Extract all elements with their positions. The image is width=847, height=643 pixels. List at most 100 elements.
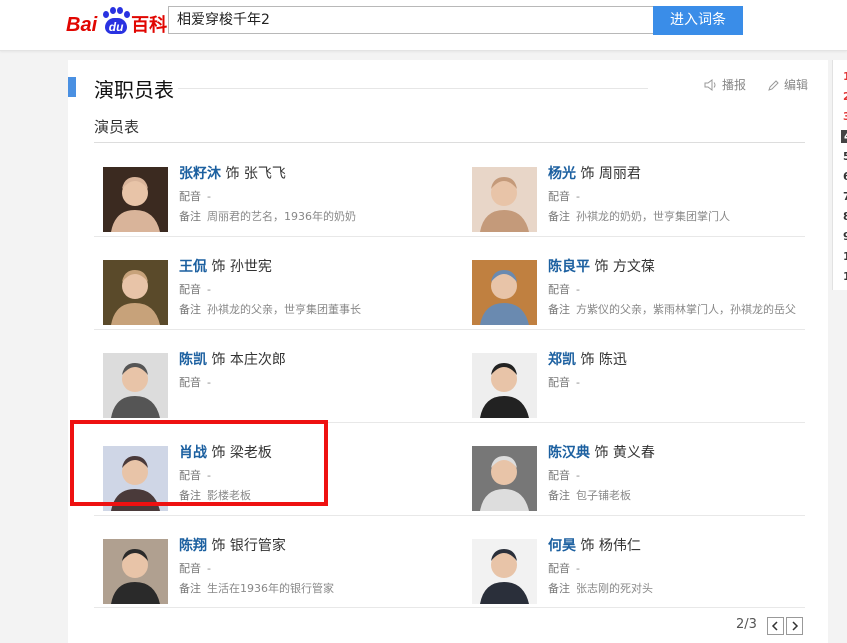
side-panel-item[interactable]: 9 [843, 230, 847, 243]
voice-row: 配音 - [548, 374, 580, 390]
actor-photo[interactable] [472, 167, 537, 232]
cast-name-line: 张籽沐 饰 张飞飞 [179, 163, 286, 183]
side-panel-item[interactable]: 2 [843, 90, 847, 103]
actor-photo[interactable] [103, 260, 168, 325]
row-divider [94, 236, 805, 237]
actor-photo[interactable] [103, 539, 168, 604]
role-name: 杨伟仁 [598, 538, 641, 554]
cast-card[interactable]: 陈良平 饰 方文葆 配音 - 备注 方紫仪的父亲，紫雨林掌门人，孙祺龙的岳父 [463, 246, 823, 338]
actor-photo[interactable] [472, 446, 537, 511]
voice-label: 配音 [179, 283, 201, 296]
role-separator: 饰 [594, 259, 609, 275]
role-separator: 饰 [211, 538, 226, 554]
logo-text-right: 百科 [131, 15, 168, 35]
broadcast-label: 播报 [722, 78, 747, 92]
cast-card[interactable]: 杨光 饰 周丽君配音 - 备注 孙祺龙的奶奶，世亨集团掌门人 [463, 153, 823, 245]
side-panel-item[interactable]: 6 [843, 170, 847, 183]
actor-photo[interactable] [472, 353, 537, 418]
highlight-box [70, 420, 328, 506]
role-name: 陈迅 [598, 352, 627, 368]
cast-subtitle: 演员表 [94, 118, 140, 136]
note-row: 备注 周丽君的艺名，1936年的奶奶 [179, 208, 356, 224]
voice-row: 配音 - [179, 374, 211, 390]
cast-name-line: 杨光 饰 周丽君 [548, 163, 641, 183]
actor-name-link[interactable]: 郑凯 [548, 352, 576, 368]
cast-card[interactable]: 王侃 饰 孙世宪 配音 - 备注 孙祺龙的父亲，世亨集团董事长 [94, 246, 454, 338]
cast-name-line: 郑凯 饰 陈迅 [548, 349, 627, 369]
note-row: 备注 生活在1936年的银行管家 [179, 580, 334, 596]
actor-name-link[interactable]: 陈凯 [179, 352, 207, 368]
edit-label: 编辑 [784, 78, 809, 92]
note-row: 备注 孙祺龙的父亲，世亨集团董事长 [179, 301, 361, 317]
cast-card[interactable]: 陈翔 饰 银行管家 配音 - 备注 生活在1936年的银行管家 [94, 525, 454, 617]
voice-row: 配音 - [548, 467, 580, 483]
cast-card[interactable]: 何昊 饰 杨伟仁 配音 - 备注 张志刚的死对头 [463, 525, 823, 617]
voice-value: - [576, 283, 580, 296]
side-panel-item[interactable]: 5 [843, 150, 847, 163]
actor-name-link[interactable]: 陈翔 [179, 538, 207, 554]
right-side-panel: 1 2 3 4 5 6 7 8 9 10 11 [832, 60, 847, 290]
actor-photo[interactable] [472, 539, 537, 604]
side-panel-item[interactable]: 3 [843, 110, 847, 123]
broadcast-button[interactable]: 播报 [704, 76, 746, 93]
prev-page-button[interactable] [767, 617, 784, 635]
side-panel-item[interactable]: 10 [843, 250, 847, 263]
note-label: 备注 [179, 582, 201, 595]
side-panel-item[interactable]: 8 [843, 210, 847, 223]
role-separator: 饰 [594, 445, 609, 461]
edit-button[interactable]: 编辑 [768, 76, 808, 93]
cast-name-line: 陈汉典 饰 黄义春 [548, 442, 655, 462]
voice-value: - [207, 283, 211, 296]
actor-photo[interactable] [103, 167, 168, 232]
actor-name-link[interactable]: 何昊 [548, 538, 576, 554]
voice-label: 配音 [179, 376, 201, 389]
actor-name-link[interactable]: 杨光 [548, 166, 576, 182]
note-value: 周丽君的艺名，1936年的奶奶 [207, 210, 356, 223]
voice-value: - [576, 190, 580, 203]
actor-photo[interactable] [472, 260, 537, 325]
actor-photo[interactable] [103, 353, 168, 418]
cast-name-line: 陈良平 饰 方文葆 [548, 256, 655, 276]
actor-name-link[interactable]: 王侃 [179, 259, 207, 275]
voice-row: 配音 - [548, 281, 580, 297]
voice-row: 配音 - [548, 188, 580, 204]
row-divider [94, 515, 805, 516]
side-panel-item[interactable]: 7 [843, 190, 847, 203]
cast-card[interactable]: 张籽沐 饰 张飞飞 配音 - 备注 周丽君的艺名，1936年的奶奶 [94, 153, 454, 245]
speaker-icon [704, 78, 716, 91]
role-name: 孙世宪 [229, 259, 272, 275]
pencil-icon [768, 79, 779, 91]
role-separator: 饰 [580, 352, 595, 368]
actor-name-link[interactable]: 陈汉典 [548, 445, 590, 461]
next-page-button[interactable] [786, 617, 803, 635]
side-panel-item[interactable]: 4 [841, 130, 847, 143]
logo-paw-text: du [105, 18, 128, 34]
role-separator: 饰 [225, 166, 240, 182]
cast-card[interactable]: 郑凯 饰 陈迅配音 - [463, 339, 823, 431]
baidu-baike-logo[interactable]: Bai du 百科 [66, 5, 167, 37]
note-label: 备注 [179, 303, 201, 316]
search-input[interactable]: 相爱穿梭千年2 [168, 6, 654, 34]
cast-card[interactable]: 陈汉典 饰 黄义春 配音 - 备注 包子铺老板 [463, 432, 823, 524]
cast-card[interactable]: 陈凯 饰 本庄次郎 配音 - [94, 339, 454, 431]
actor-name-link[interactable]: 陈良平 [548, 259, 590, 275]
chevron-left-icon [771, 621, 778, 631]
voice-value: - [207, 562, 211, 575]
pagination-text: 2/3 [736, 617, 757, 632]
enter-entry-button[interactable]: 进入词条 [653, 6, 743, 35]
voice-label: 配音 [548, 562, 570, 575]
note-value: 包子铺老板 [576, 489, 631, 502]
side-panel-item[interactable]: 1 [843, 70, 847, 83]
section-title: 演职员表 [94, 78, 174, 102]
role-name: 张飞飞 [243, 166, 286, 182]
voice-row: 配音 - [548, 560, 580, 576]
note-row: 备注 孙祺龙的奶奶，世亨集团掌门人 [548, 208, 730, 224]
voice-value: - [576, 562, 580, 575]
note-value: 张志刚的死对头 [576, 582, 653, 595]
note-value: 孙祺龙的父亲，世亨集团董事长 [207, 303, 361, 316]
paw-icon: du [98, 7, 131, 37]
role-separator: 饰 [211, 352, 226, 368]
side-panel-item[interactable]: 11 [843, 270, 847, 283]
actor-name-link[interactable]: 张籽沐 [179, 166, 221, 182]
voice-row: 配音 - [179, 560, 211, 576]
